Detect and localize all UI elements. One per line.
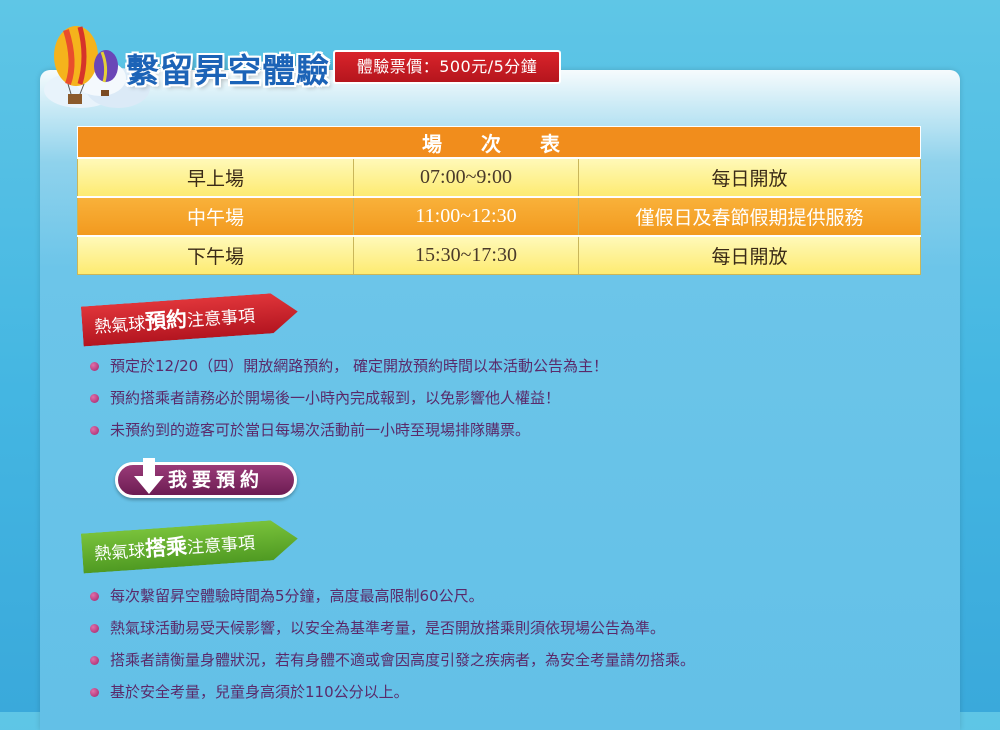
ribbon-prefix: 熱氣球 — [93, 314, 146, 338]
list-item: 搭乘者請衡量身體狀況，若有身體不適或會因高度引發之疾病者，為安全考量請勿搭乘。 — [88, 644, 695, 676]
session-cell: 中午場 — [77, 196, 354, 237]
table-row: 中午場 11:00~12:30 僅假日及春節假期提供服務 — [77, 196, 921, 237]
hot-air-balloon-icon — [54, 26, 118, 104]
booking-notice-list: 預定於12/20（四）開放網路預約， 確定開放預約時間以本活動公告為主！ 預約搭… — [88, 350, 608, 446]
list-item: 熱氣球活動易受天候影響，以安全為基準考量，是否開放搭乘則須依現場公告為準。 — [88, 612, 695, 644]
ticket-price-badge: 體驗票價：500元/5分鐘 — [333, 50, 561, 84]
ribbon-bold: 預約 — [144, 307, 188, 335]
ribbon-suffix: 注意事項 — [186, 533, 256, 559]
ribbon-suffix: 注意事項 — [186, 306, 256, 332]
ribbon-prefix: 熱氣球 — [93, 541, 146, 565]
list-item: 預約搭乘者請務必於開場後一小時內完成報到，以免影響他人權益！ — [88, 382, 608, 414]
note-cell: 每日開放 — [578, 235, 921, 275]
page-title: 繫留昇空體驗 — [126, 51, 330, 90]
time-cell: 11:00~12:30 — [353, 196, 579, 237]
note-cell: 每日開放 — [578, 157, 921, 198]
ribbon-bold: 搭乘 — [144, 534, 188, 562]
list-item: 預定於12/20（四）開放網路預約， 確定開放預約時間以本活動公告為主！ — [88, 350, 608, 382]
schedule-heading: 場 次 表 — [77, 126, 921, 159]
schedule-table: 場 次 表 早上場 07:00~9:00 每日開放 中午場 11:00~12:3… — [77, 126, 921, 275]
time-cell: 07:00~9:00 — [353, 157, 579, 198]
ride-notice-list: 每次繫留昇空體驗時間為5分鐘，高度最高限制60公尺。 熱氣球活動易受天候影響，以… — [88, 580, 695, 708]
list-item: 未預約到的遊客可於當日每場次活動前一小時至現場排隊購票。 — [88, 414, 608, 446]
time-cell: 15:30~17:30 — [353, 235, 579, 275]
session-cell: 早上場 — [77, 157, 354, 198]
list-item: 基於安全考量，兒童身高須於110公分以上。 — [88, 676, 695, 708]
down-arrow-icon — [134, 458, 164, 494]
list-item: 每次繫留昇空體驗時間為5分鐘，高度最高限制60公尺。 — [88, 580, 695, 612]
table-row: 下午場 15:30~17:30 每日開放 — [77, 235, 921, 275]
table-row: 早上場 07:00~9:00 每日開放 — [77, 157, 921, 198]
note-cell: 僅假日及春節假期提供服務 — [578, 196, 921, 237]
session-cell: 下午場 — [77, 235, 354, 275]
